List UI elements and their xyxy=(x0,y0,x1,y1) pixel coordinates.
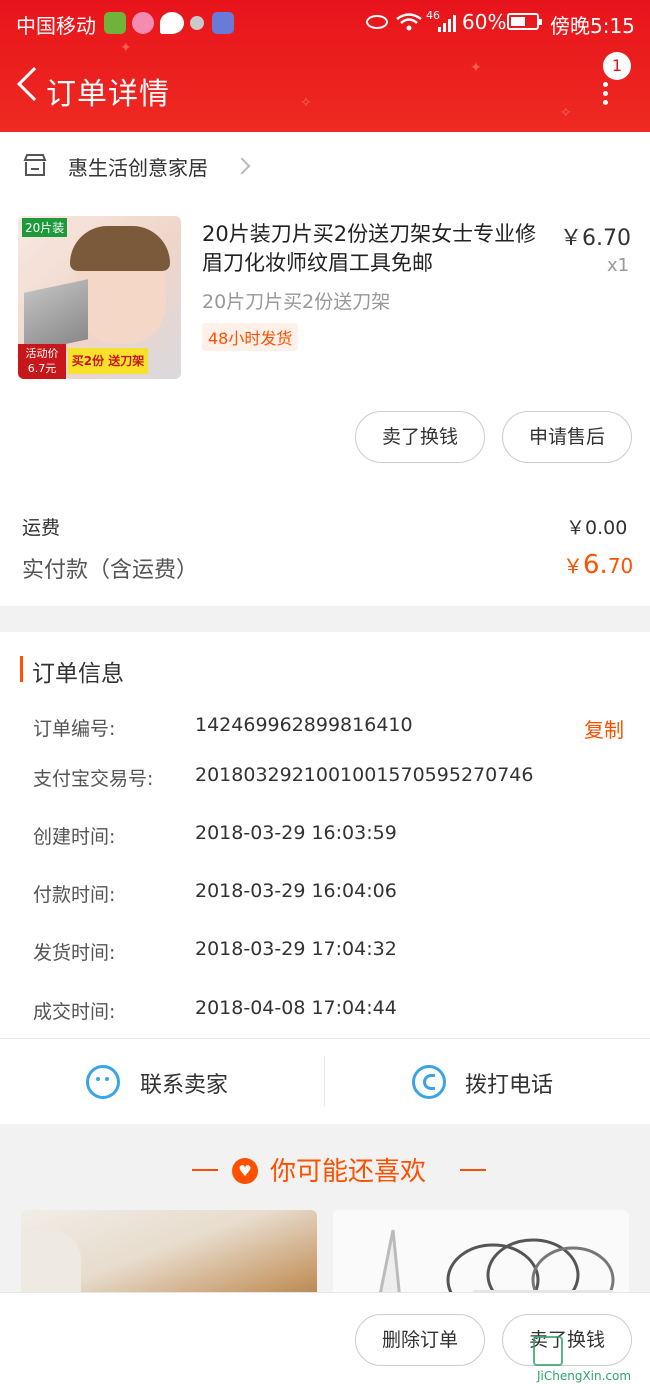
blade-pack xyxy=(24,279,88,353)
paid-integer: 6. xyxy=(583,550,608,580)
recommend-title: 你可能还喜欢 xyxy=(270,1157,427,1187)
shipped-time-label: 发货时间: xyxy=(33,942,116,964)
paid-decimal: 70 xyxy=(607,554,634,578)
paid-amount-label: 实付款（含运费） xyxy=(22,558,199,583)
product-quantity: x1 xyxy=(607,255,630,276)
shop-name[interactable]: 惠生活创意家居 xyxy=(68,152,208,181)
delete-order-button[interactable]: 删除订单 xyxy=(355,1314,485,1366)
alipay-trade-label: 支付宝交易号: xyxy=(33,768,154,790)
contact-seller-label: 联系卖家 xyxy=(140,1073,229,1098)
promo-price-tag: 活动价 6.7元 xyxy=(18,344,66,379)
divider xyxy=(0,1038,650,1039)
signal-icon xyxy=(438,14,456,32)
notification-badge[interactable]: 1 xyxy=(603,52,631,80)
shop-icon xyxy=(22,152,48,178)
watermark-logo xyxy=(533,1336,563,1366)
chat-icon xyxy=(86,1065,120,1099)
order-number-value: 142469962899816410 xyxy=(195,714,413,736)
phone-icon xyxy=(412,1065,446,1099)
photo-notification-icon xyxy=(132,12,154,34)
divider xyxy=(324,1056,325,1106)
order-number-label: 订单编号: xyxy=(33,718,116,740)
after-sale-button[interactable]: 申请售后 xyxy=(502,411,632,463)
shipping-tag: 48小时发货 xyxy=(202,323,299,351)
battery-icon xyxy=(507,13,542,30)
paid-time-value: 2018-03-29 16:04:06 xyxy=(195,880,397,902)
heart-icon: ♥ xyxy=(232,1158,258,1184)
more-menu-icon[interactable] xyxy=(603,82,609,109)
created-time-label: 创建时间: xyxy=(33,826,116,848)
carrier-label: 中国移动 xyxy=(16,14,96,38)
promo-banner: 买2份 送刀架 xyxy=(68,348,148,374)
battery-percent: 60% xyxy=(462,10,507,34)
order-info-heading: 订单信息 xyxy=(32,661,124,687)
order-info-panel xyxy=(0,632,650,1124)
sell-button-bottom[interactable]: 卖了换钱 xyxy=(502,1314,632,1366)
page-title: 订单详情 xyxy=(46,77,170,112)
alipay-trade-value: 2018032921001001570595270746 xyxy=(195,764,534,786)
promo-price: 6.7元 xyxy=(27,362,57,375)
wifi-icon xyxy=(396,12,422,32)
sell-button[interactable]: 卖了换钱 xyxy=(355,411,485,463)
header-decoration: ✦ xyxy=(470,60,482,76)
shipping-fee-value: ￥0.00 xyxy=(566,517,628,539)
deal-time-value: 2018-04-08 17:04:44 xyxy=(195,997,397,1019)
model-hair xyxy=(70,226,170,271)
call-phone-label: 拨打电话 xyxy=(465,1073,554,1098)
recommend-line-right xyxy=(460,1169,486,1171)
header-decoration: ✦ xyxy=(120,40,132,56)
product-title[interactable]: 20片装刀片买2份送刀架女士专业修眉刀化妆师纹眉工具免邮 xyxy=(202,220,552,278)
product-image[interactable]: 20片装 活动价 6.7元 买2份 送刀架 xyxy=(18,216,181,379)
eye-icon xyxy=(366,15,388,29)
message-notification-icon xyxy=(160,12,184,34)
clock: 傍晚5:15 xyxy=(550,14,635,38)
image-count-tag: 20片装 xyxy=(22,218,68,237)
section-marker xyxy=(20,656,23,682)
deal-time-label: 成交时间: xyxy=(33,1001,116,1023)
app-notification-icon xyxy=(104,12,126,34)
header-decoration: ✧ xyxy=(300,95,312,111)
paid-amount-value: ￥6.70 xyxy=(563,550,633,580)
copy-button[interactable]: 复制 xyxy=(584,714,624,743)
product-price: ￥6.70 xyxy=(560,226,631,251)
watermark-text: JiChengXin.com xyxy=(537,1369,632,1383)
dot-notification-icon xyxy=(190,16,204,30)
product-spec: 20片刀片买2份送刀架 xyxy=(202,291,391,313)
created-time-value: 2018-03-29 16:03:59 xyxy=(195,822,397,844)
shipped-time-value: 2018-03-29 17:04:32 xyxy=(195,938,397,960)
header-decoration: ✧ xyxy=(560,105,572,121)
battery-level xyxy=(511,17,526,26)
paid-currency: ￥ xyxy=(563,554,583,578)
paid-time-label: 付款时间: xyxy=(33,884,116,906)
recommend-line-left xyxy=(192,1169,218,1171)
promo-label: 活动价 xyxy=(25,347,59,360)
shipping-fee-label: 运费 xyxy=(22,517,61,539)
app2-notification-icon xyxy=(212,12,234,34)
